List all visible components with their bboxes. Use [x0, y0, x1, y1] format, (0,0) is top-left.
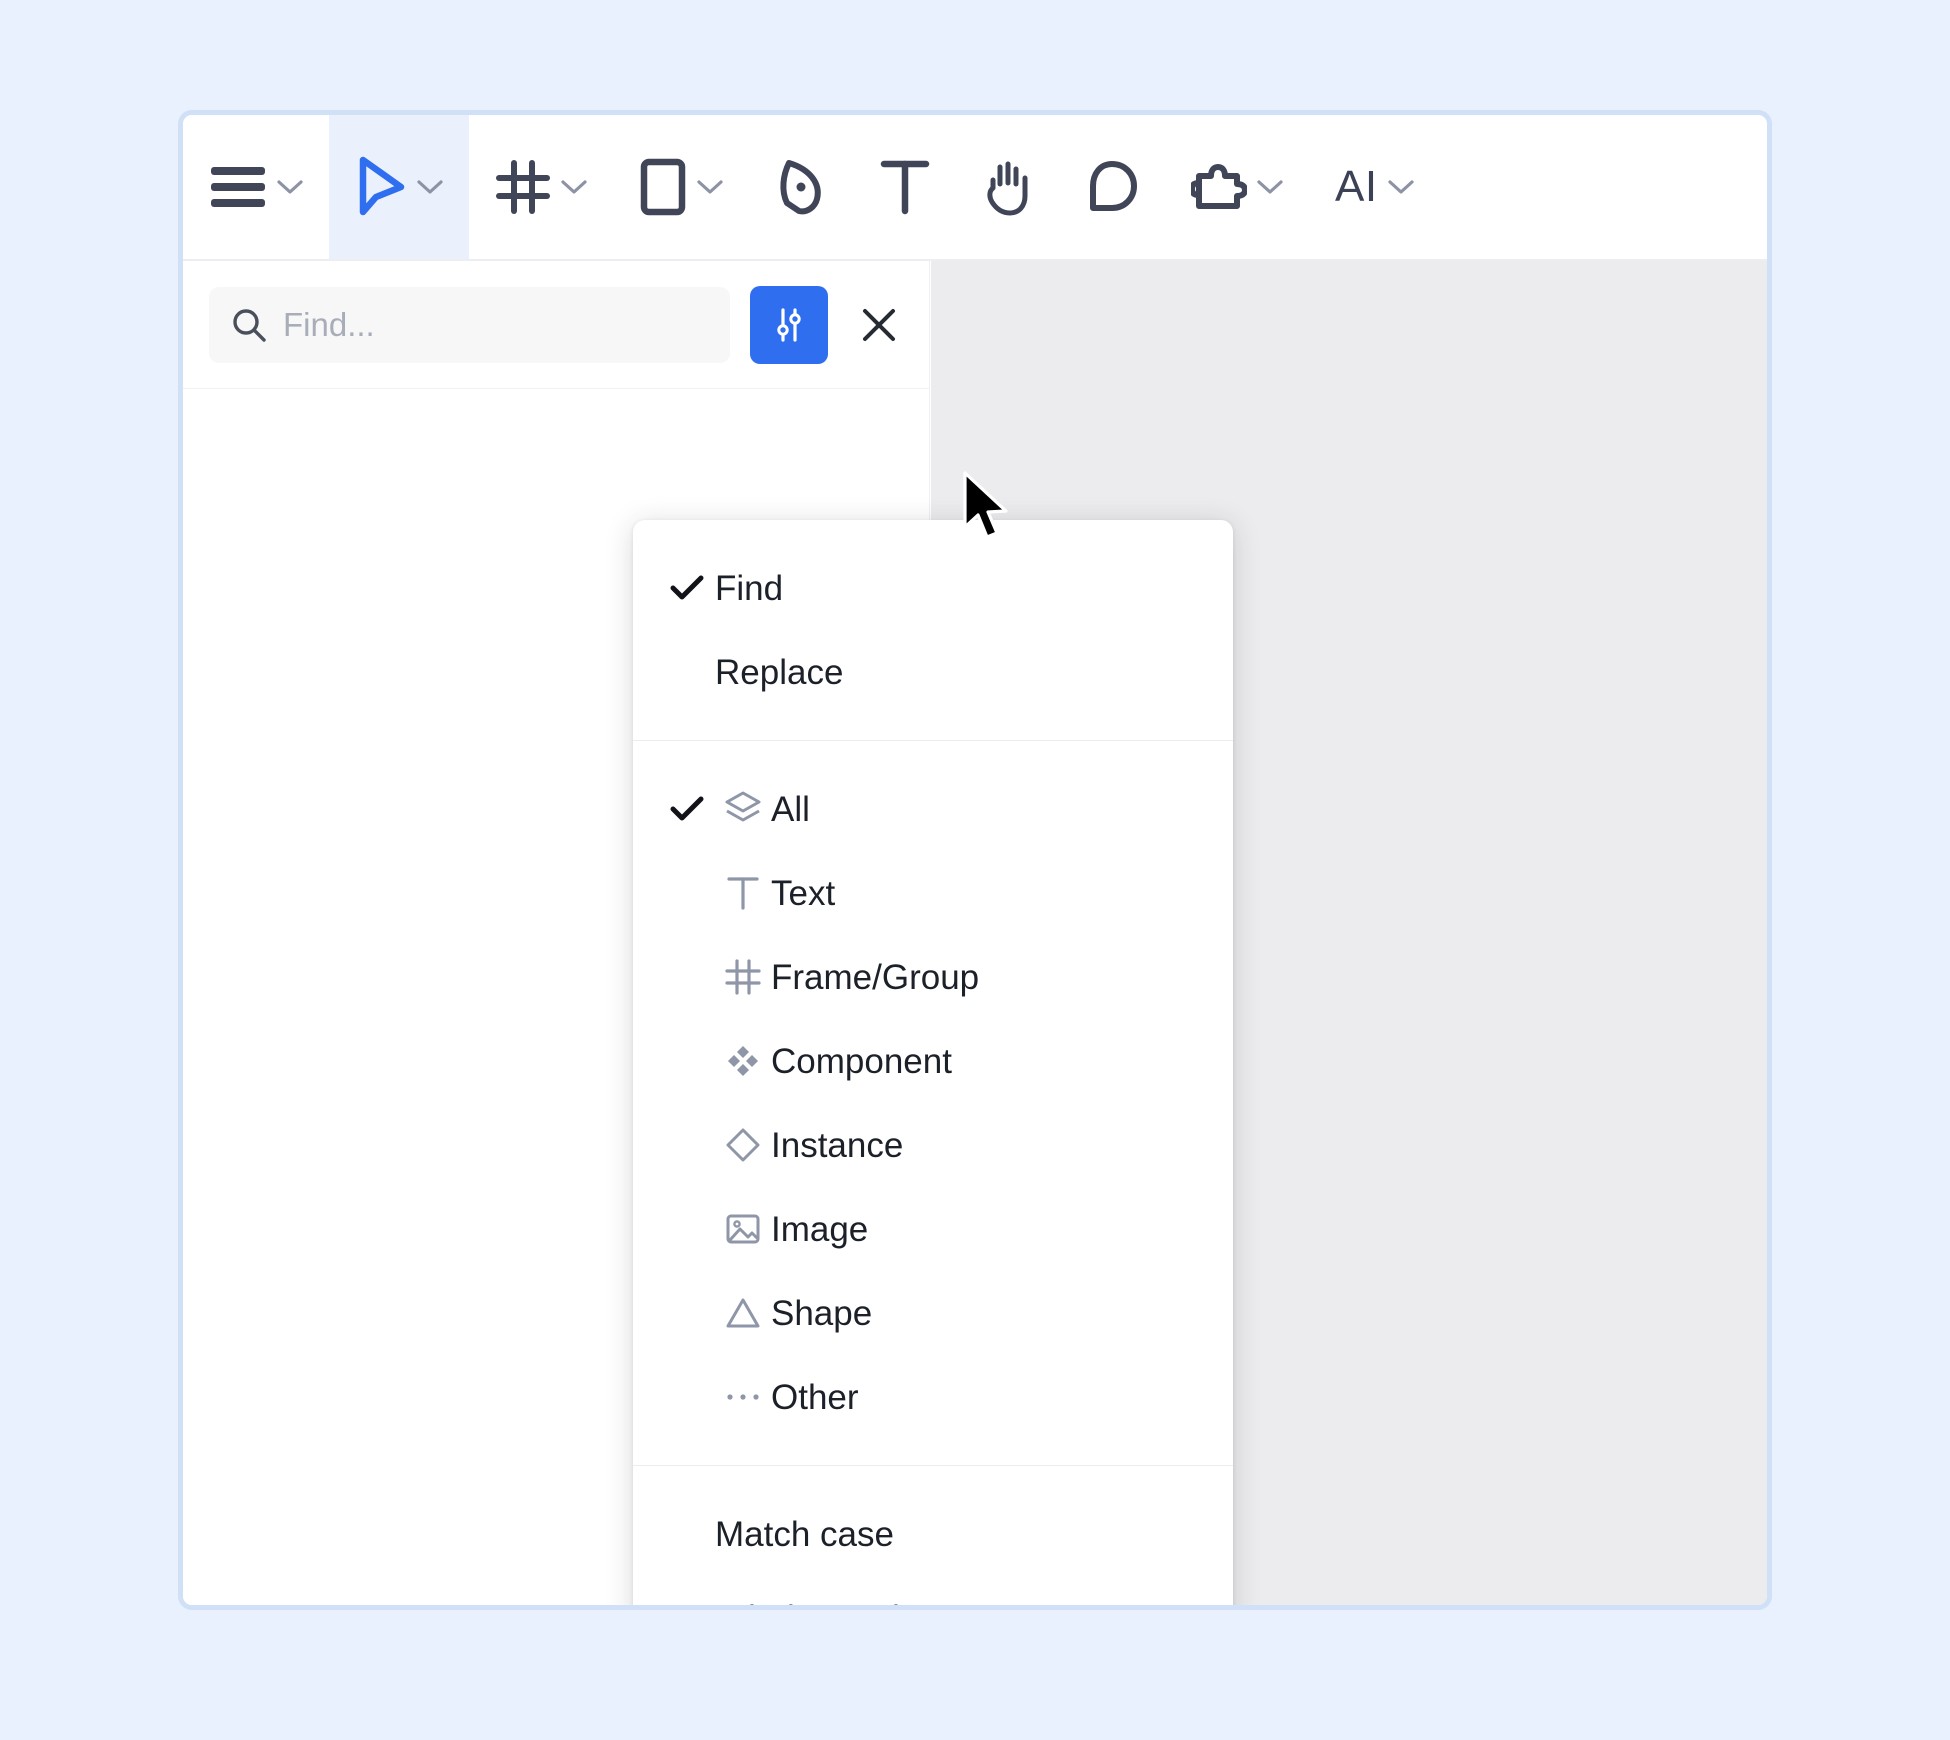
toolbar-item-text-tool[interactable]	[853, 115, 957, 259]
menu-item-text[interactable]: Text	[633, 851, 1233, 935]
sliders-icon	[767, 303, 811, 347]
text-t-icon	[879, 158, 931, 216]
menu-item-label: Whole words	[715, 1601, 917, 1606]
menu-item-label: Find	[715, 568, 784, 608]
menu-divider	[633, 740, 1233, 741]
menu-item-label: Image	[771, 1209, 869, 1249]
menu-item-all[interactable]: All	[633, 767, 1233, 851]
menu-item-find[interactable]: Find	[633, 546, 1233, 630]
frame-hash-icon	[715, 958, 771, 996]
hand-icon	[983, 158, 1033, 216]
rectangle-icon	[639, 158, 687, 216]
toolbar-item-plugins[interactable]	[1165, 115, 1309, 259]
text-t-icon	[715, 874, 771, 912]
search-input[interactable]	[283, 305, 708, 344]
menu-item-label: Match case	[715, 1514, 894, 1554]
menu-item-label: Frame/Group	[771, 957, 980, 997]
menu-divider	[633, 1465, 1233, 1466]
search-box[interactable]	[209, 286, 730, 363]
hamburger-menu-icon	[209, 164, 267, 210]
ellipsis-icon	[715, 1390, 771, 1404]
close-find-button[interactable]	[848, 294, 910, 356]
comment-bubble-icon	[1085, 159, 1139, 215]
menu-item-label: Replace	[715, 652, 844, 692]
toolbar-item-move-tool[interactable]	[329, 115, 469, 259]
toolbar-item-ai-tool[interactable]: AI	[1309, 115, 1440, 259]
toolbar-item-shape-tool[interactable]	[613, 115, 749, 259]
menu-item-match-case[interactable]: Match case	[633, 1492, 1233, 1576]
chevron-down-icon[interactable]	[697, 179, 723, 195]
instance-diamond-icon	[715, 1126, 771, 1164]
find-bar	[183, 261, 929, 389]
ai-text-label: AI	[1335, 162, 1378, 211]
chevron-down-icon[interactable]	[1387, 179, 1414, 195]
menu-item-label: Other	[771, 1377, 859, 1417]
menu-item-label: Instance	[771, 1125, 904, 1165]
toolbar-item-comment-tool[interactable]	[1059, 115, 1165, 259]
menu-item-label: Component	[771, 1041, 952, 1081]
chevron-down-icon[interactable]	[417, 179, 443, 195]
image-picture-icon	[715, 1210, 771, 1248]
menu-item-component[interactable]: Component	[633, 1019, 1233, 1103]
menu-item-other[interactable]: Other	[633, 1355, 1233, 1439]
menu-item-replace[interactable]: Replace	[633, 630, 1233, 714]
find-options-dropdown: Find Replace All Text Frame/Group Compon…	[633, 520, 1233, 1606]
component-diamond-icon	[715, 1042, 771, 1080]
toolbar-item-main-menu[interactable]	[183, 115, 329, 259]
app-window: AI Find... Find Replace All Text Frame/G…	[178, 110, 1772, 1610]
puzzle-piece-icon	[1191, 160, 1247, 214]
layers-icon	[715, 789, 771, 829]
menu-item-image[interactable]: Image	[633, 1187, 1233, 1271]
check-icon	[659, 575, 715, 601]
frame-hash-icon	[495, 159, 551, 215]
menu-item-instance[interactable]: Instance	[633, 1103, 1233, 1187]
toolbar: AI	[183, 115, 1767, 261]
pen-nib-icon	[775, 157, 827, 217]
menu-item-label: Text	[771, 873, 836, 913]
menu-item-shape[interactable]: Shape	[633, 1271, 1233, 1355]
check-icon	[659, 796, 715, 822]
chevron-down-icon[interactable]	[1257, 179, 1283, 195]
chevron-down-icon[interactable]	[561, 179, 587, 195]
menu-item-whole-words[interactable]: Whole words	[633, 1576, 1233, 1606]
cursor-arrow-icon	[355, 156, 407, 218]
filter-options-button[interactable]	[750, 285, 828, 364]
toolbar-item-hand-tool[interactable]	[957, 115, 1059, 259]
menu-item-label: All	[771, 789, 810, 829]
chevron-down-icon[interactable]	[277, 179, 303, 195]
close-x-icon	[858, 304, 900, 346]
menu-item-frame-group[interactable]: Frame/Group	[633, 935, 1233, 1019]
magnifier-icon	[231, 307, 267, 343]
toolbar-item-pen-tool[interactable]	[749, 115, 853, 259]
menu-item-label: Shape	[771, 1293, 873, 1333]
toolbar-item-frame-tool[interactable]	[469, 115, 613, 259]
shape-triangle-icon	[715, 1295, 771, 1331]
